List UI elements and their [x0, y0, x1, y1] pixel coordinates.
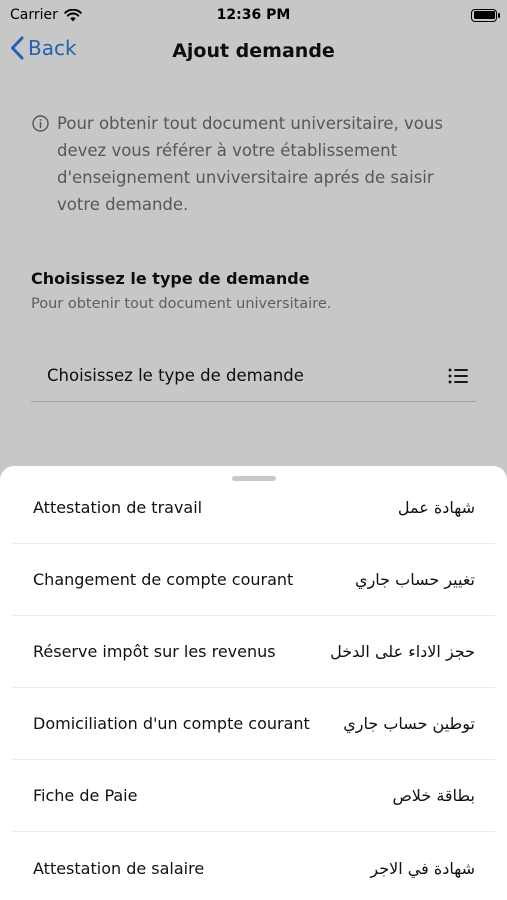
bottom-sheet: Attestation de travail شهادة عمل Changem… — [0, 466, 507, 900]
option-label-fr: Domiciliation d'un compte courant — [33, 714, 310, 733]
screen: Carrier 12:36 PM Back Ajout demande Pour — [0, 0, 507, 900]
option-label-ar: توطين حساب جاري — [343, 714, 475, 733]
option-label-fr: Réserve impôt sur les revenus — [33, 642, 276, 661]
option-label-fr: Fiche de Paie — [33, 786, 138, 805]
option-label-ar: شهادة في الاجر — [370, 858, 475, 878]
option-label-fr: Attestation de salaire — [33, 858, 205, 878]
option-fiche-de-paie[interactable]: Fiche de Paie بطاقة خلاص — [13, 760, 495, 832]
option-label-ar: تغيير حساب جاري — [355, 570, 475, 589]
option-domiciliation[interactable]: Domiciliation d'un compte courant توطين … — [13, 688, 495, 760]
option-changement-de-compte[interactable]: Changement de compte courant تغيير حساب … — [13, 544, 495, 616]
option-label-ar: شهادة عمل — [397, 498, 475, 517]
option-label-ar: بطاقة خلاص — [392, 786, 475, 805]
option-attestation-de-travail[interactable]: Attestation de travail شهادة عمل — [13, 472, 495, 544]
option-attestation-de-salaire[interactable]: Attestation de salaire شهادة في الاجر — [13, 832, 495, 900]
option-label-fr: Attestation de travail — [33, 498, 203, 517]
option-label-ar: حجز الاداء على الدخل — [330, 642, 475, 661]
option-reserve-impot[interactable]: Réserve impôt sur les revenus حجز الاداء… — [13, 616, 495, 688]
option-list: Attestation de travail شهادة عمل Changem… — [13, 472, 495, 900]
option-label-fr: Changement de compte courant — [33, 570, 294, 589]
